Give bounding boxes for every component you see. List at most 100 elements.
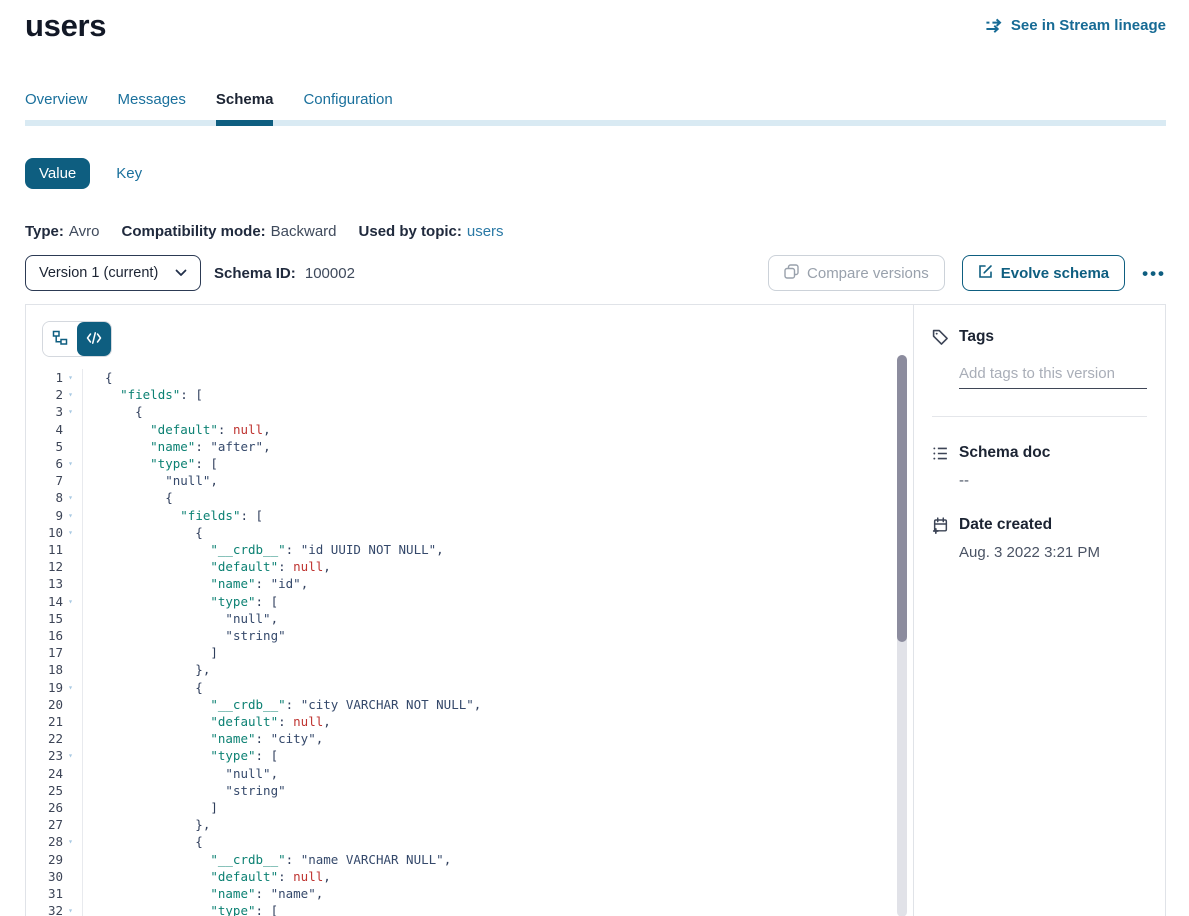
- fold-gutter: [63, 661, 78, 678]
- code-line: 30 "default": null,: [26, 868, 913, 885]
- schema-doc-header: Schema doc: [932, 444, 1147, 462]
- code-line: 18 },: [26, 661, 913, 678]
- value-tab-button[interactable]: Value: [25, 158, 90, 189]
- fold-toggle-icon[interactable]: ▾: [63, 524, 78, 541]
- code-line: 20 "__crdb__": "city VARCHAR NOT NULL",: [26, 696, 913, 713]
- code-text: "name": "city",: [82, 730, 323, 747]
- code-line: 23▾ "type": [: [26, 747, 913, 764]
- line-number: 24: [26, 765, 63, 782]
- line-number: 1: [26, 369, 63, 386]
- fold-toggle-icon[interactable]: ▾: [63, 489, 78, 506]
- compatibility-value: Backward: [271, 223, 337, 240]
- code-line: 10▾ {: [26, 524, 913, 541]
- line-number: 7: [26, 472, 63, 489]
- line-number: 4: [26, 421, 63, 438]
- stream-lineage-icon: [985, 18, 1004, 33]
- type-label: Type:: [25, 223, 64, 240]
- more-actions-button[interactable]: •••: [1142, 261, 1166, 286]
- tags-section-header: Tags: [932, 328, 1147, 346]
- fold-toggle-icon[interactable]: ▾: [63, 386, 78, 403]
- fold-gutter: [63, 610, 78, 627]
- bulleted-list-icon: [932, 445, 949, 462]
- fold-toggle-icon[interactable]: ▾: [63, 747, 78, 764]
- fold-toggle-icon[interactable]: ▾: [63, 455, 78, 472]
- fold-toggle-icon[interactable]: ▾: [63, 833, 78, 850]
- schema-editor: 1▾{2▾ "fields": [3▾ {4 "default": null,5…: [26, 305, 914, 916]
- fold-toggle-icon[interactable]: ▾: [63, 593, 78, 610]
- tab-messages[interactable]: Messages: [118, 91, 186, 126]
- line-number: 32: [26, 902, 63, 916]
- fold-gutter: [63, 799, 78, 816]
- fold-toggle-icon[interactable]: ▾: [63, 507, 78, 524]
- code-line: 8▾ {: [26, 489, 913, 506]
- schema-id-value: 100002: [305, 265, 355, 282]
- line-number: 28: [26, 833, 63, 850]
- line-number: 19: [26, 679, 63, 696]
- code-text: "name": "name",: [82, 885, 323, 902]
- line-number: 13: [26, 575, 63, 592]
- fold-gutter: [63, 868, 78, 885]
- evolve-schema-button[interactable]: Evolve schema: [962, 255, 1125, 291]
- code-text: "type": [: [82, 902, 278, 916]
- code-text: {: [82, 833, 203, 850]
- calendar-plus-icon: [932, 517, 949, 534]
- key-tab-button[interactable]: Key: [116, 165, 142, 182]
- evolve-schema-label: Evolve schema: [1001, 265, 1109, 282]
- code-line: 7 "null",: [26, 472, 913, 489]
- line-number: 18: [26, 661, 63, 678]
- code-line: 6▾ "type": [: [26, 455, 913, 472]
- see-in-stream-lineage-link[interactable]: See in Stream lineage: [985, 17, 1166, 34]
- schema-id: Schema ID: 100002: [214, 265, 355, 282]
- topic-link[interactable]: users: [467, 223, 504, 240]
- tab-schema[interactable]: Schema: [216, 91, 274, 126]
- editor-scrollbar-thumb[interactable]: [897, 355, 907, 642]
- code-line: 2▾ "fields": [: [26, 386, 913, 403]
- line-number: 27: [26, 816, 63, 833]
- code-line: 32▾ "type": [: [26, 902, 913, 916]
- fold-toggle-icon[interactable]: ▾: [63, 902, 78, 916]
- code-line: 3▾ {: [26, 403, 913, 420]
- fold-gutter: [63, 885, 78, 902]
- code-text: "fields": [: [82, 386, 203, 403]
- tab-configuration[interactable]: Configuration: [303, 91, 392, 126]
- code-text: "name": "id",: [82, 575, 308, 592]
- editor-scrollbar-track[interactable]: [897, 355, 907, 916]
- code-line: 9▾ "fields": [: [26, 507, 913, 524]
- fold-gutter: [63, 541, 78, 558]
- edit-icon: [978, 264, 993, 283]
- line-number: 6: [26, 455, 63, 472]
- code-line: 4 "default": null,: [26, 421, 913, 438]
- code-line: 16 "string": [26, 627, 913, 644]
- code-line: 19▾ {: [26, 679, 913, 696]
- version-toolbar: Version 1 (current) Schema ID: 100002 Co…: [25, 255, 1166, 291]
- code-text: {: [82, 369, 113, 386]
- code-line: 14▾ "type": [: [26, 593, 913, 610]
- compatibility-label: Compatibility mode:: [121, 223, 265, 240]
- code-line: 12 "default": null,: [26, 558, 913, 575]
- fold-gutter: [63, 851, 78, 868]
- line-number: 9: [26, 507, 63, 524]
- fold-toggle-icon[interactable]: ▾: [63, 369, 78, 386]
- line-number: 5: [26, 438, 63, 455]
- date-created-section: Date created Aug. 3 2022 3:21 PM: [932, 516, 1147, 561]
- fold-gutter: [63, 765, 78, 782]
- page-title: users: [25, 8, 106, 44]
- tree-view-button[interactable]: [43, 322, 77, 356]
- code-view-button[interactable]: [77, 322, 111, 356]
- code-line: 17 ]: [26, 644, 913, 661]
- code-line: 5 "name": "after",: [26, 438, 913, 455]
- fold-toggle-icon[interactable]: ▾: [63, 403, 78, 420]
- compare-versions-button[interactable]: Compare versions: [768, 255, 945, 291]
- code-text: {: [82, 524, 203, 541]
- add-tags-input[interactable]: [959, 365, 1147, 389]
- tab-overview[interactable]: Overview: [25, 91, 88, 126]
- line-number: 14: [26, 593, 63, 610]
- code-line: 24 "null",: [26, 765, 913, 782]
- version-select[interactable]: Version 1 (current): [25, 255, 201, 291]
- code-text: "default": null,: [82, 421, 271, 438]
- code-text: },: [82, 816, 210, 833]
- schema-page: users See in Stream lineage Overview Mes…: [0, 0, 1189, 916]
- line-number: 15: [26, 610, 63, 627]
- fold-toggle-icon[interactable]: ▾: [63, 679, 78, 696]
- editor-view-toggle: [42, 321, 112, 357]
